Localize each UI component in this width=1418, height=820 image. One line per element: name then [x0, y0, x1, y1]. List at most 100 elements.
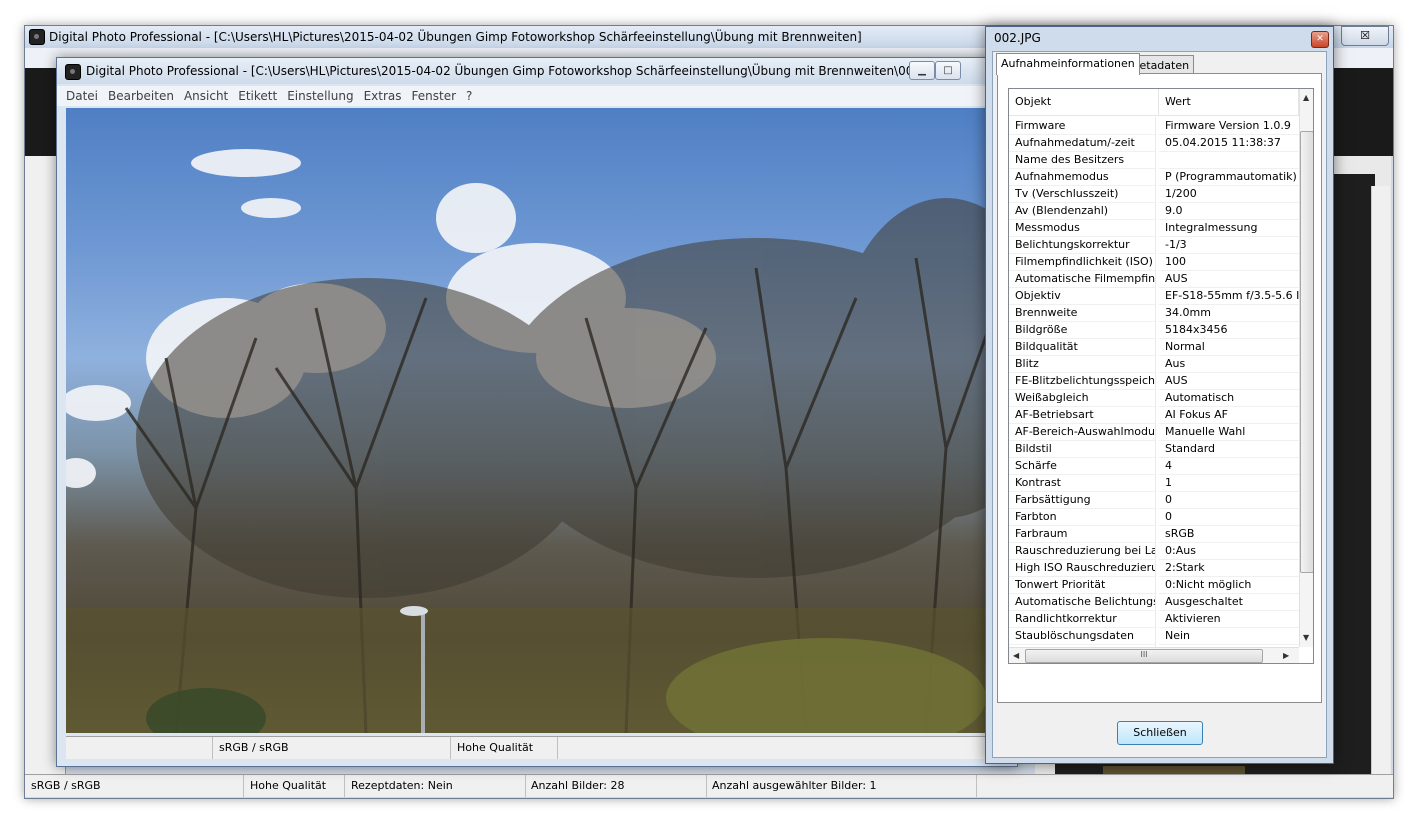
list-row[interactable]: Staublöschungsdaten Nein — [1009, 627, 1299, 645]
list-row[interactable]: FE-Blitzbelichtungsspeicher…AUS — [1009, 372, 1299, 390]
viewer-title-bar[interactable]: Digital Photo Professional - [C:\Users\H… — [57, 58, 1017, 84]
row-wert: EF-S18-55mm f/3.5-5.6 IS II — [1159, 287, 1299, 305]
list-row[interactable]: Kontrast 1 — [1009, 474, 1299, 492]
menu-einstellung[interactable]: Einstellung — [282, 86, 358, 106]
row-objekt: Brennweite — [1009, 304, 1156, 322]
row-wert: 0 — [1159, 491, 1299, 509]
status-selected-count: Anzahl ausgewählter Bilder: 1 — [706, 775, 977, 797]
list-row[interactable]: Bildgröße 5184x3456 — [1009, 321, 1299, 339]
list-row[interactable]: Farbraum sRGB — [1009, 525, 1299, 543]
schliessen-button[interactable]: Schließen — [1117, 721, 1203, 745]
menu-bearbeiten[interactable]: Bearbeiten — [103, 86, 179, 106]
menu-datei[interactable]: Datei — [61, 86, 103, 106]
row-wert: 4 — [1159, 457, 1299, 475]
row-objekt: Automatische Belichtungso… — [1009, 593, 1156, 611]
list-row[interactable]: Brennweite 34.0mm — [1009, 304, 1299, 322]
row-wert: AI Fokus AF — [1159, 406, 1299, 424]
close-icon: ✕ — [1316, 34, 1324, 44]
main-close-button[interactable]: ☒ — [1341, 26, 1389, 46]
row-wert: Firmware Version 1.0.9 — [1159, 117, 1299, 135]
row-objekt: Staublöschungsdaten — [1009, 627, 1156, 645]
list-row[interactable]: Aufnahmedatum/-zeit 05.04.2015 11:38:37 — [1009, 134, 1299, 152]
row-objekt: Farbsättigung — [1009, 491, 1156, 509]
list-row[interactable]: Tv (Verschlusszeit) 1/200 — [1009, 185, 1299, 203]
list-row[interactable]: Automatische Belichtungso…Ausgeschaltet — [1009, 593, 1299, 611]
scroll-left-arrow-icon[interactable]: ◀ — [1013, 651, 1019, 660]
menu-help[interactable]: ? — [461, 86, 477, 106]
list-row[interactable]: Randlichtkorrektur Aktivieren — [1009, 610, 1299, 628]
photo-preview[interactable] — [66, 108, 1006, 733]
list-row[interactable]: AF-Betriebsart AI Fokus AF — [1009, 406, 1299, 424]
row-objekt: Bildgröße — [1009, 321, 1156, 339]
main-window-title: Digital Photo Professional - [C:\Users\H… — [49, 30, 862, 44]
list-row[interactable]: ObjektivEF-S18-55mm f/3.5-5.6 IS II — [1009, 287, 1299, 305]
row-objekt: Bildqualität — [1009, 338, 1156, 356]
list-row[interactable]: Bildqualität Normal — [1009, 338, 1299, 356]
row-objekt: Tv (Verschlusszeit) — [1009, 185, 1156, 203]
list-row[interactable]: Rauschreduzierung bei Lan…0:Aus — [1009, 542, 1299, 560]
row-objekt: Av (Blendenzahl) — [1009, 202, 1156, 220]
minimize-button[interactable]: ▁ — [909, 61, 935, 80]
row-wert: Normal — [1159, 338, 1299, 356]
viewer-status-quality: Hohe Qualität — [451, 737, 558, 759]
list-row[interactable]: Filmempfindlichkeit (ISO) 100 — [1009, 253, 1299, 271]
list-row[interactable]: Weißabgleich Automatisch — [1009, 389, 1299, 407]
list-row[interactable]: Bildstil Standard — [1009, 440, 1299, 458]
photo-image — [66, 149, 1006, 733]
row-wert: Ausgeschaltet — [1159, 593, 1299, 611]
row-objekt: AF-Betriebsart — [1009, 406, 1156, 424]
viewer-status-bar: sRGB / sRGB Hohe Qualität — [66, 736, 1006, 759]
vertical-scroll-thumb[interactable] — [1300, 131, 1313, 573]
app-icon — [65, 64, 81, 80]
menu-fenster[interactable]: Fenster — [407, 86, 462, 106]
row-wert: Aus — [1159, 355, 1299, 373]
row-wert — [1159, 151, 1299, 169]
menu-etikett[interactable]: Etikett — [233, 86, 282, 106]
list-row[interactable]: Name des Besitzers — [1009, 151, 1299, 169]
list-row[interactable]: Automatische Filmempfindli…AUS — [1009, 270, 1299, 288]
row-wert: 0:Aus — [1159, 542, 1299, 560]
image-info-dialog: 002.JPG ✕ Aufnahmeinformationen Metadate… — [985, 26, 1334, 764]
scroll-up-arrow-icon[interactable]: ▲ — [1303, 93, 1309, 102]
row-objekt: Name des Besitzers — [1009, 151, 1156, 169]
list-row[interactable]: Aufnahmemodus P (Programmautomatik) — [1009, 168, 1299, 186]
row-objekt: Messmodus — [1009, 219, 1156, 237]
row-objekt: Weißabgleich — [1009, 389, 1156, 407]
scroll-right-arrow-icon[interactable]: ▶ — [1283, 651, 1289, 660]
row-wert: 9.0 — [1159, 202, 1299, 220]
list-row[interactable]: Schärfe 4 — [1009, 457, 1299, 475]
list-row[interactable]: Messmodus Integralmessung — [1009, 219, 1299, 237]
row-objekt: Kontrast — [1009, 474, 1156, 492]
list-row[interactable]: Farbsättigung 0 — [1009, 491, 1299, 509]
status-quality: Hohe Qualität — [244, 775, 345, 797]
list-row[interactable]: Farbton 0 — [1009, 508, 1299, 526]
list-row[interactable]: Av (Blendenzahl) 9.0 — [1009, 202, 1299, 220]
column-header-wert[interactable]: Wert — [1159, 89, 1299, 115]
row-objekt: Randlichtkorrektur — [1009, 610, 1156, 628]
list-row[interactable]: Belichtungskorrektur -1/3 — [1009, 236, 1299, 254]
row-wert: AUS — [1159, 270, 1299, 288]
dialog-close-button[interactable]: ✕ — [1311, 31, 1329, 48]
row-objekt: Farbraum — [1009, 525, 1156, 543]
menu-extras[interactable]: Extras — [359, 86, 407, 106]
row-wert: Integralmessung — [1159, 219, 1299, 237]
list-row[interactable]: High ISO Rauschreduzierung2:Stark — [1009, 559, 1299, 577]
column-header-objekt[interactable]: Objekt — [1009, 89, 1159, 115]
menu-ansicht[interactable]: Ansicht — [179, 86, 233, 106]
row-objekt: FE-Blitzbelichtungsspeicher… — [1009, 372, 1156, 390]
info-list[interactable]: Objekt Wert Firmware Firmware Version 1.0… — [1008, 88, 1314, 664]
list-row[interactable]: Blitz Aus — [1009, 355, 1299, 373]
row-wert: 100 — [1159, 253, 1299, 271]
scroll-down-arrow-icon[interactable]: ▼ — [1303, 633, 1309, 642]
row-objekt: Bildstil — [1009, 440, 1156, 458]
list-row[interactable]: Tonwert Priorität 0:Nicht möglich — [1009, 576, 1299, 594]
thumbnail-scrollbar[interactable] — [1371, 186, 1390, 786]
row-objekt: Filmempfindlichkeit (ISO) — [1009, 253, 1156, 271]
maximize-button[interactable]: □ — [935, 61, 961, 80]
list-row[interactable]: Firmware Firmware Version 1.0.9 — [1009, 117, 1299, 135]
tab-aufnahmeinformationen[interactable]: Aufnahmeinformationen — [996, 53, 1140, 75]
list-row[interactable]: AF-Bereich-Auswahlmodus Manuelle Wahl — [1009, 423, 1299, 441]
row-wert: Nein — [1159, 627, 1299, 645]
horizontal-scroll-thumb[interactable]: III — [1025, 649, 1263, 663]
row-objekt: Farbton — [1009, 508, 1156, 526]
